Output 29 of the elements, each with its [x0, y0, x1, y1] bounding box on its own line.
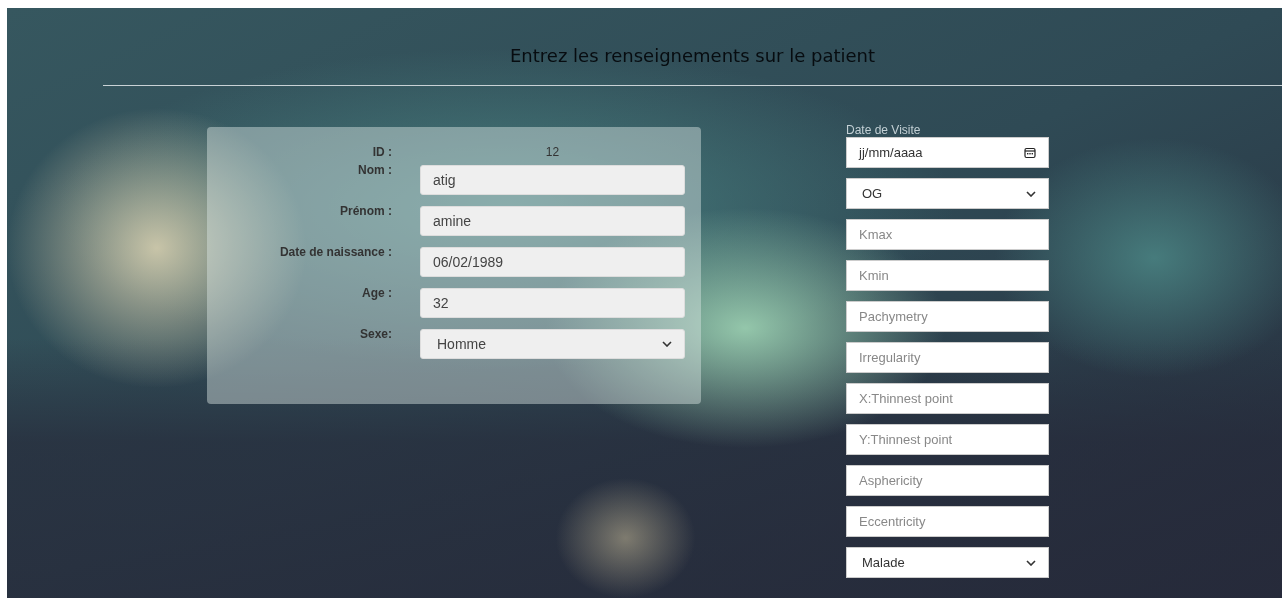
input-field[interactable]: 06/02/1989 — [420, 247, 685, 277]
field-label: Prénom : — [339, 204, 392, 218]
input-field[interactable]: Pachymetry — [846, 301, 1049, 332]
field-label: Date de naissance : — [278, 245, 392, 259]
field-label: Sexe: — [358, 327, 392, 341]
input-field[interactable]: Y:Thinnest point — [846, 424, 1049, 455]
page-title: Entrez les renseignements sur le patient — [508, 44, 876, 68]
field-label: Date de Visite — [846, 123, 922, 137]
patient-id: 12 — [544, 145, 561, 159]
input-field[interactable]: atig — [420, 165, 685, 195]
input-field[interactable]: Eccentricity — [846, 506, 1049, 537]
input-field[interactable]: amine — [420, 206, 685, 236]
chevron-icon — [1026, 559, 1036, 566]
select-field[interactable]: OG — [846, 178, 1049, 209]
input-field[interactable]: Irregularity — [846, 342, 1049, 373]
input-field[interactable]: Kmax — [846, 219, 1049, 250]
input-field[interactable]: 32 — [420, 288, 685, 318]
input-field[interactable]: Kmin — [846, 260, 1049, 291]
field-label: ID : — [371, 145, 392, 159]
input-field[interactable]: X:Thinnest point — [846, 383, 1049, 414]
input-field[interactable]: Asphericity — [846, 465, 1049, 496]
field-label: Age : — [361, 286, 392, 300]
chevron-icon — [1026, 190, 1036, 197]
field-label: Nom : — [357, 163, 392, 177]
date-field[interactable]: jj/mm/aaaa — [846, 137, 1049, 168]
calendar-icon — [1024, 146, 1036, 159]
chevron-icon — [662, 341, 672, 347]
select-field[interactable]: Malade — [846, 547, 1049, 578]
select-field[interactable]: Homme — [420, 329, 685, 359]
